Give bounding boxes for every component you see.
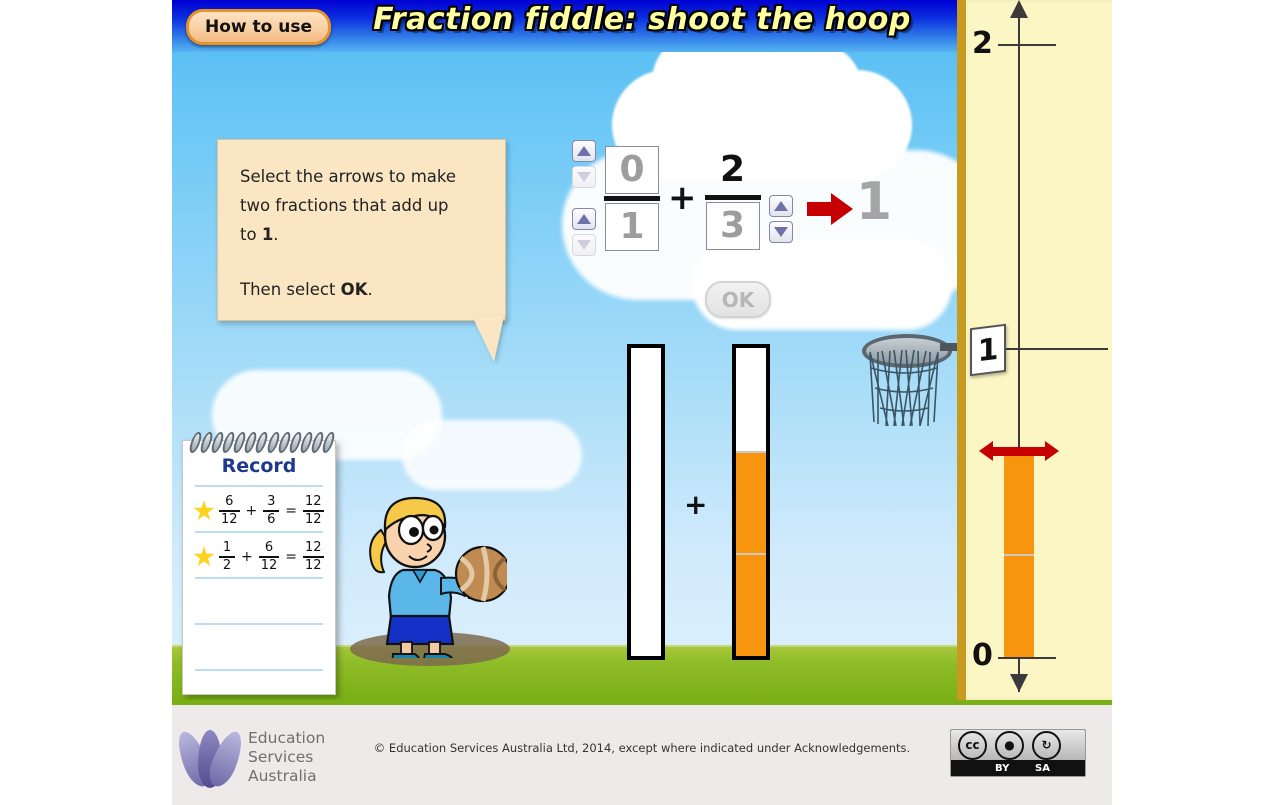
- cc-badge-icons: cc ● ↻: [951, 730, 1085, 760]
- bar-segment: [736, 553, 766, 656]
- record-fraction-b-denominator: 12: [260, 557, 278, 573]
- numberline-bar-segment: [1004, 451, 1034, 554]
- fraction1-denominator-down-arrow: [572, 234, 596, 256]
- record-title: Record: [221, 455, 297, 477]
- fraction1-spinners: [572, 140, 596, 256]
- fraction-expression: 0 1 + 2 3 1: [572, 140, 892, 260]
- notepad-rule-line: [195, 485, 323, 487]
- instruction-line-2: two fractions that add up: [240, 196, 449, 215]
- numberline-marker-arrow[interactable]: [979, 441, 1059, 461]
- star-icon: [193, 546, 215, 567]
- cc-sa-icon: ↻: [1032, 730, 1061, 760]
- hoop-net-icon: [869, 349, 939, 426]
- esa-logo-icon: [172, 726, 248, 791]
- game-scene: Fraction fiddle: shoot the hoop How to u…: [172, 0, 1112, 700]
- instruction-line-1: Select the arrows to make: [240, 167, 457, 186]
- record-fraction-sum-denominator: 12: [305, 511, 322, 527]
- fraction1: 0 1: [604, 145, 660, 251]
- axis-arrow-down-icon: [1010, 674, 1028, 692]
- notepad-spiral-binding: [187, 432, 337, 453]
- instruction-bubble: Select the arrows to make two fractions …: [217, 139, 506, 321]
- expression-plus-operator: +: [668, 178, 697, 218]
- fraction1-numerator[interactable]: 0: [605, 145, 659, 194]
- fraction1-denominator[interactable]: 1: [605, 202, 659, 251]
- tick-2: [998, 44, 1056, 46]
- record-plus-operator: +: [241, 549, 253, 565]
- record-fraction-sum-numerator: 12: [305, 540, 322, 556]
- fraction2-numerator: 2: [719, 149, 746, 190]
- record-fraction-a: 12: [219, 541, 235, 572]
- record-equals-operator: =: [285, 549, 298, 565]
- fraction-bar-right: [732, 344, 770, 660]
- instruction-line-3: to 1.: [240, 225, 279, 244]
- record-notepad: Record 6 12 +3 6 = 12 12 1 2 +6 12 = 12 12: [182, 432, 337, 695]
- numberline-value-bar: [1004, 451, 1034, 657]
- fraction2-spinners: [768, 195, 793, 243]
- tick-1: [998, 348, 1108, 350]
- cc-icon: cc: [958, 730, 987, 760]
- application-window: Fraction fiddle: shoot the hoop How to u…: [172, 0, 1112, 805]
- esa-line-3: Australia: [248, 766, 317, 785]
- fraction1-numerator-up-arrow[interactable]: [572, 140, 596, 162]
- tick-0: [998, 657, 1056, 659]
- numberline-label-0: 0: [972, 638, 993, 673]
- record-fraction-sum: 12 12: [303, 495, 324, 526]
- bar-segment: [736, 450, 766, 554]
- fraction2-denominator-down-arrow[interactable]: [768, 221, 793, 243]
- ok-button[interactable]: OK: [705, 281, 771, 318]
- cc-by-icon: ●: [995, 730, 1024, 760]
- fraction-bar-left: [627, 344, 665, 660]
- creative-commons-badge[interactable]: cc ● ↻ BY SA: [950, 729, 1086, 777]
- fraction2-vinculum: [704, 194, 761, 200]
- record-fraction-a-numerator: 1: [222, 540, 232, 556]
- target-value: 1: [855, 172, 892, 232]
- girl-character: [369, 496, 507, 658]
- record-fraction-b-denominator: 6: [267, 511, 276, 527]
- record-fraction-b-numerator: 3: [267, 494, 276, 510]
- fraction2-denominator-up-arrow[interactable]: [768, 195, 793, 217]
- record-fraction-a-numerator: 6: [225, 494, 234, 510]
- esa-branding: Education Services Australia: [172, 723, 402, 791]
- record-row: 6 12 +3 6 = 12 12: [193, 489, 324, 533]
- star-icon: [193, 500, 215, 521]
- cc-badge-labels: BY SA: [951, 760, 1085, 776]
- numberline-label-2: 2: [972, 26, 993, 61]
- instruction-line-4: Then select OK.: [240, 280, 373, 299]
- axis-arrow-up-icon: [1010, 0, 1028, 18]
- record-fraction-b-numerator: 6: [264, 540, 274, 556]
- record-fraction-b: 6 12: [258, 540, 280, 573]
- record-fraction-b: 36: [263, 494, 280, 527]
- fraction2-denominator[interactable]: 3: [705, 201, 760, 250]
- screenshot-root: Fraction fiddle: shoot the hoop How to u…: [0, 0, 1280, 805]
- esa-name: Education Services Australia: [248, 729, 325, 786]
- basketball-hoop: [862, 330, 968, 430]
- record-fraction-sum-denominator: 12: [305, 557, 322, 573]
- bars-plus-operator: +: [684, 488, 708, 521]
- numberline-label-1: 1: [970, 323, 1006, 377]
- number-line-panel: 2 1 0: [957, 0, 1112, 700]
- record-fraction-sum: 12 12: [303, 541, 324, 572]
- fraction1-vinculum: [604, 195, 660, 201]
- cc-by-label: BY: [995, 762, 1010, 774]
- record-fraction-sum-numerator: 12: [305, 494, 322, 510]
- record-equals-operator: =: [285, 503, 298, 519]
- bubble-tail: [472, 316, 504, 362]
- footer: Education Services Australia © Education…: [172, 700, 1112, 805]
- instruction-spacer: [240, 249, 485, 275]
- record-fraction-a-denominator: 12: [221, 511, 238, 527]
- how-to-use-button[interactable]: How to use: [186, 9, 332, 45]
- result-arrow-icon: [806, 193, 853, 225]
- record-fraction-a-denominator: 2: [222, 557, 232, 573]
- notepad-rule-line: [195, 669, 323, 671]
- fraction1-denominator-up-arrow[interactable]: [572, 208, 596, 230]
- notepad-rule-line: [195, 623, 323, 625]
- cc-sa-label: SA: [1035, 762, 1050, 774]
- record-row: 1 2 +6 12 = 12 12: [193, 535, 324, 579]
- numberline-bar-segment: [1004, 554, 1034, 657]
- fraction1-numerator-down-arrow: [572, 166, 596, 188]
- instruction-text: Select the arrows to make two fractions …: [218, 140, 505, 304]
- record-plus-operator: +: [245, 503, 258, 519]
- fraction2: 2 3: [704, 147, 761, 250]
- record-fraction-a: 6 12: [219, 495, 240, 526]
